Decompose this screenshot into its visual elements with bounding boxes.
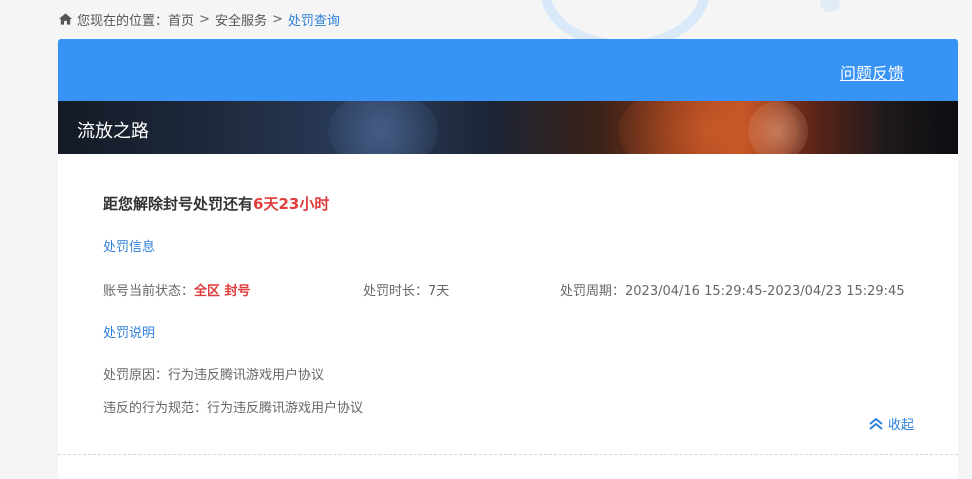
collapse-button[interactable]: 收起 bbox=[868, 414, 914, 433]
home-icon bbox=[58, 13, 73, 25]
breadcrumb-home[interactable]: 首页 bbox=[168, 10, 194, 29]
game-banner: 流放之路 bbox=[58, 101, 958, 154]
reason-label: 处罚原因： bbox=[103, 368, 169, 383]
penalty-headline: 距您解除封号处罚还有6天23小时 bbox=[103, 193, 329, 214]
breadcrumb-separator: > bbox=[271, 11, 283, 27]
period-label: 处罚周期： bbox=[560, 284, 626, 299]
period-value: 2023/04/16 15:29:45-2023/04/23 15:29:45 bbox=[625, 284, 905, 299]
breadcrumb-security[interactable]: 安全服务 bbox=[215, 10, 267, 29]
penalty-reason: 处罚原因：行为违反腾讯游戏用户协议 bbox=[103, 364, 324, 383]
penalty-card: 问题反馈 流放之路 距您解除封号处罚还有6天23小时 处罚信息 账号当前状态：全… bbox=[58, 39, 958, 479]
headline-prefix: 距您解除封号处罚还有 bbox=[103, 195, 254, 213]
breadcrumb-separator: > bbox=[199, 11, 210, 27]
decorative-dot bbox=[820, 0, 840, 12]
rule-value: 行为违反腾讯游戏用户协议 bbox=[207, 401, 364, 416]
double-chevron-up-icon bbox=[869, 417, 883, 430]
remaining-time: 6天23小时 bbox=[253, 195, 330, 213]
penalty-period: 处罚周期：2023/04/16 15:29:45-2023/04/23 15:2… bbox=[560, 280, 905, 299]
status-label: 账号当前状态： bbox=[103, 284, 195, 299]
penalty-info-title: 处罚信息 bbox=[103, 240, 156, 255]
banner-art bbox=[748, 101, 808, 154]
reason-value: 行为违反腾讯游戏用户协议 bbox=[168, 368, 325, 383]
breadcrumb-current[interactable]: 处罚查询 bbox=[288, 10, 340, 29]
status-value: 全区 封号 bbox=[194, 284, 251, 299]
rule-label: 违反的行为规范： bbox=[103, 401, 208, 416]
banner-art bbox=[328, 101, 438, 154]
penalty-duration: 处罚时长：7天 bbox=[363, 280, 449, 299]
penalty-content: 距您解除封号处罚还有6天23小时 处罚信息 账号当前状态：全区 封号 处罚时长：… bbox=[58, 154, 958, 454]
collapse-label: 收起 bbox=[887, 418, 914, 433]
card-header: 问题反馈 bbox=[58, 39, 958, 101]
breadcrumb: 您现在的位置： 首页 > 安全服务 > 处罚查询 bbox=[58, 9, 340, 29]
breadcrumb-prefix: 您现在的位置： bbox=[77, 13, 169, 29]
account-status: 账号当前状态：全区 封号 bbox=[103, 280, 251, 299]
penalty-explain-title: 处罚说明 bbox=[103, 326, 156, 341]
violated-rule: 违反的行为规范：行为违反腾讯游戏用户协议 bbox=[103, 397, 363, 416]
divider bbox=[58, 454, 958, 455]
game-title: 流放之路 bbox=[77, 121, 149, 142]
duration-value: 7天 bbox=[428, 284, 450, 299]
duration-label: 处罚时长： bbox=[363, 284, 429, 299]
feedback-link[interactable]: 问题反馈 bbox=[840, 60, 904, 84]
